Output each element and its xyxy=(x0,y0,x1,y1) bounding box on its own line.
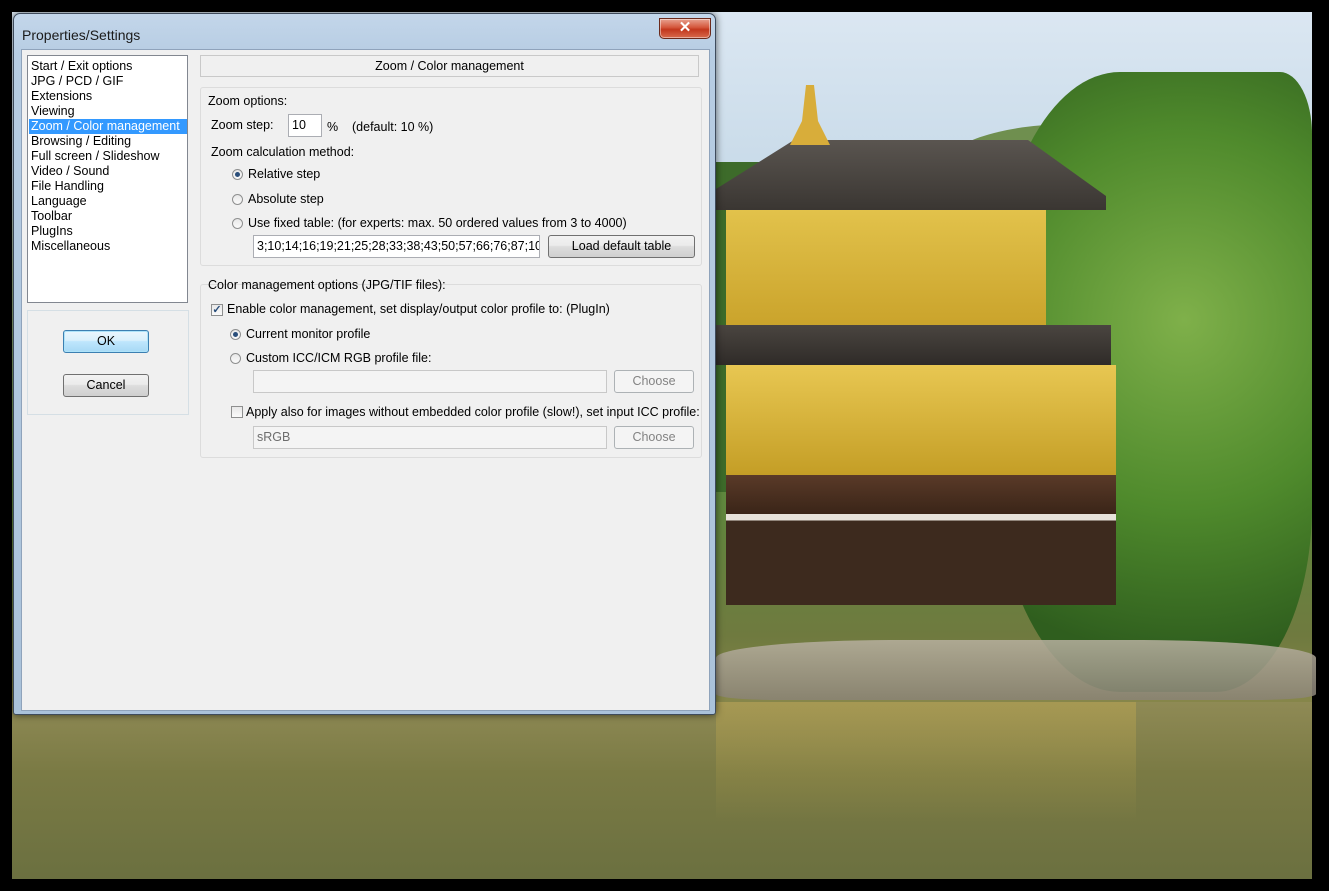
photo-golden-pavilion xyxy=(716,140,1116,630)
category-item[interactable]: Zoom / Color management xyxy=(29,119,187,134)
category-item[interactable]: Browsing / Editing xyxy=(29,134,187,149)
category-item[interactable]: Language xyxy=(29,194,187,209)
button-panel: OK Cancel xyxy=(27,310,189,415)
custom-profile-label[interactable]: Custom ICC/ICM RGB profile file: xyxy=(246,351,431,365)
fixed-table-radio[interactable] xyxy=(232,218,243,229)
current-monitor-profile-radio[interactable] xyxy=(230,329,241,340)
choose-custom-profile-button[interactable]: Choose xyxy=(614,370,694,393)
dialog-client-area: Start / Exit options JPG / PCD / GIF Exten… xyxy=(21,49,710,711)
pavilion-middle-floor xyxy=(726,365,1116,475)
enable-color-management-label[interactable]: Enable color management, set display/out… xyxy=(227,302,610,316)
zoom-step-input[interactable]: 10 xyxy=(288,114,322,137)
properties-dialog: Properties/Settings ✕ Start / Exit optio… xyxy=(13,13,716,715)
title-bar[interactable]: Properties/Settings ✕ xyxy=(14,14,715,50)
enable-color-management-checkbox[interactable]: ✓ xyxy=(211,304,223,316)
category-list[interactable]: Start / Exit options JPG / PCD / GIF Exten… xyxy=(27,55,188,303)
zoom-step-label: Zoom step: xyxy=(211,118,274,132)
close-button[interactable]: ✕ xyxy=(659,18,711,39)
apply-without-profile-checkbox[interactable] xyxy=(231,406,243,418)
choose-input-profile-button[interactable]: Choose xyxy=(614,426,694,449)
absolute-step-radio[interactable] xyxy=(232,194,243,205)
photo-reflection xyxy=(716,702,1136,822)
relative-step-label[interactable]: Relative step xyxy=(248,167,320,181)
fixed-table-input[interactable]: 3;10;14;16;19;21;25;28;33;38;43;50;57;66… xyxy=(253,235,540,258)
pavilion-roof-top xyxy=(716,140,1106,210)
cancel-button[interactable]: Cancel xyxy=(63,374,149,397)
apply-without-profile-label[interactable]: Apply also for images without embedded c… xyxy=(246,405,700,419)
category-item[interactable]: Extensions xyxy=(29,89,187,104)
pavilion-upper-floor xyxy=(726,210,1046,334)
category-item[interactable]: Full screen / Slideshow xyxy=(29,149,187,164)
photo-rocks xyxy=(716,640,1316,700)
zoom-step-default: (default: 10 %) xyxy=(352,120,434,134)
category-item[interactable]: PlugIns xyxy=(29,224,187,239)
custom-profile-radio[interactable] xyxy=(230,353,241,364)
ok-button[interactable]: OK xyxy=(63,330,149,353)
close-icon: ✕ xyxy=(678,19,692,36)
checkmark-icon: ✓ xyxy=(212,304,222,316)
input-icc-profile-field[interactable]: sRGB xyxy=(253,426,607,449)
category-item[interactable]: JPG / PCD / GIF xyxy=(29,74,187,89)
absolute-step-label[interactable]: Absolute step xyxy=(248,192,324,206)
category-item[interactable]: Start / Exit options xyxy=(29,59,187,74)
relative-step-radio[interactable] xyxy=(232,169,243,180)
pane-header: Zoom / Color management xyxy=(200,55,699,77)
load-default-table-button[interactable]: Load default table xyxy=(548,235,695,258)
category-item[interactable]: Miscellaneous xyxy=(29,239,187,254)
zoom-options-label: Zoom options: xyxy=(208,94,288,108)
color-options-label: Color management options (JPG/TIF files)… xyxy=(208,278,446,292)
custom-profile-file-input[interactable] xyxy=(253,370,607,393)
pavilion-ground-floor xyxy=(726,475,1116,605)
fixed-table-label[interactable]: Use fixed table: (for experts: max. 50 o… xyxy=(248,216,627,230)
category-item[interactable]: Video / Sound xyxy=(29,164,187,179)
zoom-method-label: Zoom calculation method: xyxy=(211,145,355,159)
pavilion-roof-lower xyxy=(716,325,1111,365)
category-item[interactable]: Viewing xyxy=(29,104,187,119)
window-title: Properties/Settings xyxy=(22,27,141,43)
category-item[interactable]: Toolbar xyxy=(29,209,187,224)
zoom-step-unit: % xyxy=(327,120,339,134)
category-item[interactable]: File Handling xyxy=(29,179,187,194)
current-monitor-profile-label[interactable]: Current monitor profile xyxy=(246,327,370,341)
